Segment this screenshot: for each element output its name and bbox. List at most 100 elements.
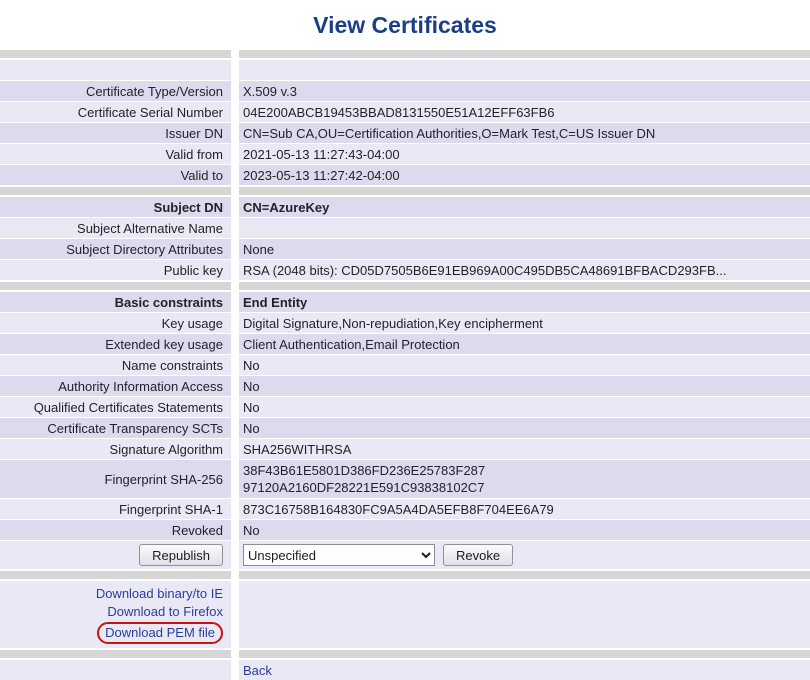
row-revoked: Revoked No [0, 520, 810, 540]
row-authority-information-access: Authority Information Access No [0, 376, 810, 396]
row-name-constraints: Name constraints No [0, 355, 810, 375]
separator-segment [0, 282, 231, 290]
column-gap [231, 660, 239, 680]
separator-segment [0, 50, 231, 58]
name-constraints-label: Name constraints [0, 355, 231, 375]
row-key-usage: Key usage Digital Signature,Non-repudiat… [0, 313, 810, 333]
column-gap [231, 355, 239, 375]
row-extended-key-usage: Extended key usage Client Authentication… [0, 334, 810, 354]
downloads-cell: Download binary/to IE Download to Firefo… [0, 581, 231, 648]
revoke-button[interactable]: Revoke [443, 544, 513, 566]
row-fingerprint-sha-1: Fingerprint SHA-1 873C16758B164830FC9A5A… [0, 499, 810, 519]
column-gap [231, 239, 239, 259]
certificate-serial-number-label: Certificate Serial Number [0, 102, 231, 122]
row-valid-to: Valid to 2023-05-13 11:27:42-04:00 [0, 165, 810, 185]
view-certificates-page: View Certificates Certificate Type/Versi… [0, 0, 810, 680]
blank-header-value [239, 60, 810, 80]
column-gap [231, 197, 239, 217]
separator-segment [239, 282, 810, 290]
row-signature-algorithm: Signature Algorithm SHA256WITHRSA [0, 439, 810, 459]
authority-information-access-value: No [239, 376, 810, 396]
red-circle-annotation: Download PEM file [97, 622, 223, 644]
column-gap [231, 218, 239, 238]
column-gap [231, 499, 239, 519]
blank-header-label [0, 60, 231, 80]
separator-segment [239, 650, 810, 658]
key-usage-value: Digital Signature,Non-repudiation,Key en… [239, 313, 810, 333]
separator-segment [0, 650, 231, 658]
revoke-cell: Unspecified Revoke [239, 541, 810, 569]
column-gap [231, 418, 239, 438]
valid-from-label: Valid from [0, 144, 231, 164]
row-basic-constraints: Basic constraints End Entity [0, 292, 810, 312]
fingerprint-sha-256-value: 38F43B61E5801D386FD236E25783F287 97120A2… [239, 460, 810, 498]
row-valid-from: Valid from 2021-05-13 11:27:43-04:00 [0, 144, 810, 164]
subject-dn-value: CN=AzureKey [239, 197, 810, 217]
separator-segment [0, 187, 231, 195]
column-gap [231, 376, 239, 396]
back-link[interactable]: Back [243, 663, 272, 678]
column-gap [231, 650, 239, 658]
row-subject-dn: Subject DN CN=AzureKey [0, 197, 810, 217]
row-certificate-serial-number: Certificate Serial Number 04E200ABCB1945… [0, 102, 810, 122]
column-gap [231, 439, 239, 459]
basic-constraints-value: End Entity [239, 292, 810, 312]
column-gap [231, 187, 239, 195]
download-pem-link[interactable]: Download PEM file [105, 625, 215, 640]
row-fingerprint-sha-256: Fingerprint SHA-256 38F43B61E5801D386FD2… [0, 460, 810, 498]
qualified-certificates-statements-label: Qualified Certificates Statements [0, 397, 231, 417]
valid-to-value: 2023-05-13 11:27:42-04:00 [239, 165, 810, 185]
column-gap [231, 81, 239, 101]
row-issuer-dn: Issuer DN CN=Sub CA,OU=Certification Aut… [0, 123, 810, 143]
subject-directory-attributes-value: None [239, 239, 810, 259]
subject-dn-label: Subject DN [0, 197, 231, 217]
column-gap [231, 260, 239, 280]
republish-button[interactable]: Republish [139, 544, 223, 566]
column-gap [231, 571, 239, 579]
separator-top [0, 50, 810, 58]
column-gap [231, 123, 239, 143]
certificate-transparency-scts-value: No [239, 418, 810, 438]
fingerprint-sha-1-value: 873C16758B164830FC9A5A4DA5EFB8F704EE6A79 [239, 499, 810, 519]
row-back: Back [0, 660, 810, 680]
republish-cell: Republish [0, 541, 231, 569]
column-gap [231, 292, 239, 312]
row-actions: Republish Unspecified Revoke [0, 541, 810, 569]
row-downloads: Download binary/to IE Download to Firefo… [0, 581, 810, 648]
downloads-empty-cell [239, 581, 810, 648]
certificate-type-version-value: X.509 v.3 [239, 81, 810, 101]
row-qualified-certificates-statements: Qualified Certificates Statements No [0, 397, 810, 417]
public-key-value: RSA (2048 bits): CD05D7505B6E91EB969A00C… [239, 260, 810, 280]
name-constraints-value: No [239, 355, 810, 375]
certificate-serial-number-value: 04E200ABCB19453BBAD8131550E51A12EFF63FB6 [239, 102, 810, 122]
page-title: View Certificates [0, 0, 810, 48]
column-gap [231, 334, 239, 354]
separator-details [0, 282, 810, 290]
row-subject-alternative-name: Subject Alternative Name [0, 218, 810, 238]
subject-alternative-name-value [239, 218, 810, 238]
back-empty-cell [0, 660, 231, 680]
extended-key-usage-label: Extended key usage [0, 334, 231, 354]
column-gap [231, 144, 239, 164]
separator-footer [0, 650, 810, 658]
public-key-label: Public key [0, 260, 231, 280]
certificate-transparency-scts-label: Certificate Transparency SCTs [0, 418, 231, 438]
row-certificate-transparency-scts: Certificate Transparency SCTs No [0, 418, 810, 438]
row-blank-header [0, 60, 810, 80]
column-gap [231, 102, 239, 122]
column-gap [231, 282, 239, 290]
authority-information-access-label: Authority Information Access [0, 376, 231, 396]
column-gap [231, 165, 239, 185]
valid-to-label: Valid to [0, 165, 231, 185]
row-subject-directory-attributes: Subject Directory Attributes None [0, 239, 810, 259]
fingerprint-sha-256-label: Fingerprint SHA-256 [0, 460, 231, 498]
separator-downloads [0, 571, 810, 579]
separator-segment [239, 50, 810, 58]
revocation-reason-select[interactable]: Unspecified [243, 544, 435, 566]
key-usage-label: Key usage [0, 313, 231, 333]
column-gap [231, 520, 239, 540]
fingerprint-sha-1-label: Fingerprint SHA-1 [0, 499, 231, 519]
download-firefox-link[interactable]: Download to Firefox [107, 603, 223, 621]
download-binary-ie-link[interactable]: Download binary/to IE [96, 585, 223, 603]
separator-segment [239, 571, 810, 579]
